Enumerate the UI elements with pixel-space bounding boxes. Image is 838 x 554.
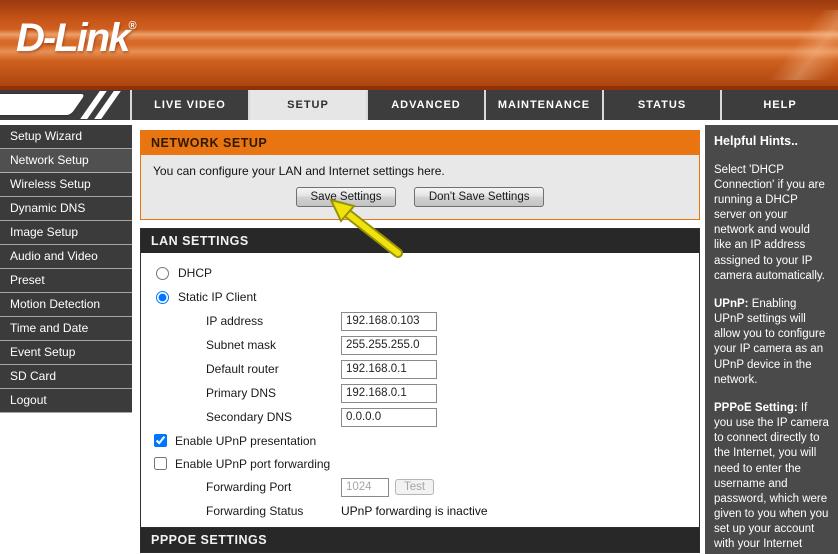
dhcp-label: DHCP bbox=[178, 266, 212, 280]
upnp-port-forwarding-row: Enable UPnP port forwarding bbox=[141, 452, 699, 475]
upnp-presentation-label: Enable UPnP presentation bbox=[175, 434, 316, 448]
network-setup-panel: NETWORK SETUP You can configure your LAN… bbox=[140, 130, 700, 220]
ip-address-row: IP address bbox=[141, 309, 699, 333]
forwarding-status-label: Forwarding Status bbox=[206, 504, 341, 518]
network-setup-body: You can configure your LAN and Internet … bbox=[141, 155, 699, 219]
left-sidebar-menu: Setup Wizard Network Setup Wireless Setu… bbox=[0, 125, 132, 413]
dlink-logo-text: D-Link bbox=[16, 16, 128, 60]
ip-address-label: IP address bbox=[206, 314, 341, 328]
upnp-presentation-row: Enable UPnP presentation bbox=[141, 429, 699, 452]
forwarding-port-row: Forwarding Port Test bbox=[141, 475, 699, 499]
forwarding-status-value: UPnP forwarding is inactive bbox=[341, 504, 488, 518]
network-setup-header: NETWORK SETUP bbox=[141, 131, 699, 155]
subnet-mask-label: Subnet mask bbox=[206, 338, 341, 352]
sidebar-item-setup-wizard[interactable]: Setup Wizard bbox=[0, 125, 132, 149]
primary-dns-label: Primary DNS bbox=[206, 386, 341, 400]
static-ip-radio-row: Static IP Client bbox=[141, 285, 699, 309]
forwarding-port-label: Forwarding Port bbox=[206, 480, 341, 494]
primary-dns-input[interactable] bbox=[341, 384, 437, 403]
lan-settings-panel: LAN SETTINGS DHCP Static IP Client IP ad… bbox=[140, 228, 700, 534]
top-nav-tabbar: LIVE VIDEO SETUP ADVANCED MAINTENANCE ST… bbox=[0, 90, 838, 120]
sidebar-item-event-setup[interactable]: Event Setup bbox=[0, 341, 132, 365]
ip-address-input[interactable] bbox=[341, 312, 437, 331]
sidebar-item-motion-detection[interactable]: Motion Detection bbox=[0, 293, 132, 317]
tab-advanced[interactable]: ADVANCED bbox=[366, 90, 484, 120]
hint-pppoe: PPPoE Setting: If you use the IP camera … bbox=[714, 401, 829, 554]
dhcp-radio[interactable] bbox=[156, 267, 169, 280]
subnet-mask-input[interactable] bbox=[341, 336, 437, 355]
static-ip-radio[interactable] bbox=[156, 291, 169, 304]
upnp-port-forwarding-checkbox[interactable] bbox=[154, 457, 167, 470]
tab-status[interactable]: STATUS bbox=[602, 90, 720, 120]
pppoe-settings-panel: PPPOE SETTINGS bbox=[140, 527, 700, 553]
secondary-dns-row: Secondary DNS bbox=[141, 405, 699, 429]
lan-settings-header: LAN SETTINGS bbox=[141, 229, 699, 253]
default-router-input[interactable] bbox=[341, 360, 437, 379]
sidebar-item-network-setup[interactable]: Network Setup bbox=[0, 149, 132, 173]
tab-help[interactable]: HELP bbox=[720, 90, 838, 120]
forwarding-port-input bbox=[341, 478, 389, 497]
static-ip-label: Static IP Client bbox=[178, 290, 256, 304]
banner-swoosh-decoration bbox=[728, 10, 838, 80]
sidebar-item-image-setup[interactable]: Image Setup bbox=[0, 221, 132, 245]
lan-settings-body: DHCP Static IP Client IP address Subnet … bbox=[141, 253, 699, 533]
dont-save-settings-button[interactable]: Don't Save Settings bbox=[414, 187, 545, 207]
model-plate-area bbox=[0, 90, 130, 120]
helpful-hints-sidebar: Helpful Hints.. Select 'DHCP Connection'… bbox=[705, 125, 838, 554]
subnet-mask-row: Subnet mask bbox=[141, 333, 699, 357]
secondary-dns-label: Secondary DNS bbox=[206, 410, 341, 424]
default-router-row: Default router bbox=[141, 357, 699, 381]
save-settings-button[interactable]: Save Settings bbox=[296, 187, 397, 207]
sidebar-item-preset[interactable]: Preset bbox=[0, 269, 132, 293]
sidebar-item-wireless-setup[interactable]: Wireless Setup bbox=[0, 173, 132, 197]
upnp-presentation-checkbox[interactable] bbox=[154, 434, 167, 447]
network-setup-description: You can configure your LAN and Internet … bbox=[153, 164, 687, 178]
settings-button-row: Save Settings Don't Save Settings bbox=[153, 187, 687, 207]
upnp-port-forwarding-label: Enable UPnP port forwarding bbox=[175, 457, 330, 471]
forwarding-status-row: Forwarding Status UPnP forwarding is ina… bbox=[141, 499, 699, 523]
registered-mark: ® bbox=[128, 20, 136, 32]
hint-upnp: UPnP: Enabling UPnP settings will allow … bbox=[714, 297, 829, 388]
model-plate bbox=[0, 94, 85, 115]
primary-dns-row: Primary DNS bbox=[141, 381, 699, 405]
secondary-dns-input[interactable] bbox=[341, 408, 437, 427]
helpful-hints-title: Helpful Hints.. bbox=[714, 133, 829, 150]
tab-maintenance[interactable]: MAINTENANCE bbox=[484, 90, 602, 120]
sidebar-item-sd-card[interactable]: SD Card bbox=[0, 365, 132, 389]
default-router-label: Default router bbox=[206, 362, 341, 376]
sidebar-item-logout[interactable]: Logout bbox=[0, 389, 132, 413]
tab-setup[interactable]: SETUP bbox=[248, 90, 366, 120]
dlink-logo: D-Link® bbox=[16, 16, 137, 61]
tab-live-video[interactable]: LIVE VIDEO bbox=[130, 90, 248, 120]
hint-dhcp: Select 'DHCP Connection' if you are runn… bbox=[714, 163, 829, 284]
sidebar-item-audio-and-video[interactable]: Audio and Video bbox=[0, 245, 132, 269]
sidebar-item-dynamic-dns[interactable]: Dynamic DNS bbox=[0, 197, 132, 221]
test-button: Test bbox=[395, 479, 434, 495]
brand-banner: D-Link® bbox=[0, 0, 838, 86]
dhcp-radio-row: DHCP bbox=[141, 261, 699, 285]
sidebar-item-time-and-date[interactable]: Time and Date bbox=[0, 317, 132, 341]
dlink-camera-setup-page: { "header": { "logo": "D-Link", "logo_re… bbox=[0, 0, 838, 554]
pppoe-settings-header: PPPOE SETTINGS bbox=[141, 528, 699, 552]
